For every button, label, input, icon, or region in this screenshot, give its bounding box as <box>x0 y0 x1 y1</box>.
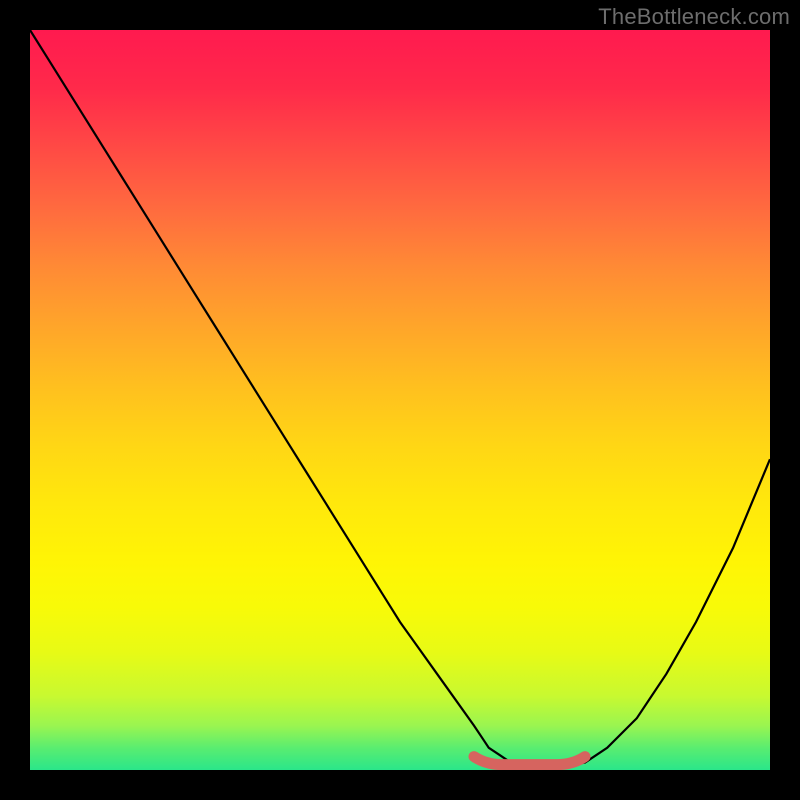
chart-container: TheBottleneck.com <box>0 0 800 800</box>
curve-svg <box>30 30 770 770</box>
min-region-marker <box>474 757 585 765</box>
watermark-text: TheBottleneck.com <box>598 4 790 30</box>
bottleneck-curve <box>30 30 770 766</box>
